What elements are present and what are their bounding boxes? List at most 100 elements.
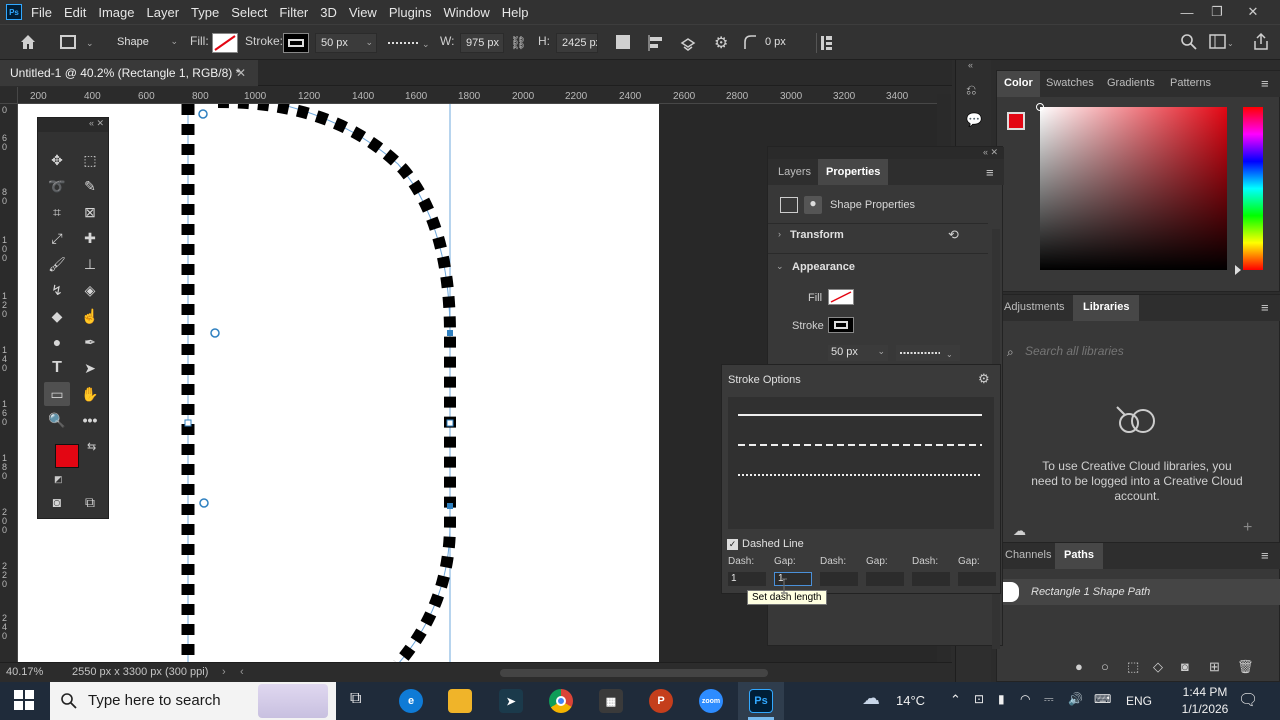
move-tool-icon[interactable]: ✥ — [44, 148, 70, 172]
appearance-stroke-type[interactable]: ⌄ — [896, 345, 960, 361]
load-selection-icon[interactable]: ⬚ — [1127, 659, 1139, 675]
clone-stamp-tool-icon[interactable]: ⊥ — [77, 252, 103, 276]
clock-time[interactable]: 1:44 PM — [1172, 685, 1238, 699]
path-selection-tool-icon[interactable]: ➤ — [77, 356, 103, 380]
store-icon[interactable]: ▦ — [599, 689, 623, 713]
dash-input-3[interactable] — [912, 572, 950, 586]
menu-image[interactable]: Image — [98, 5, 134, 20]
dash-input-1[interactable]: 1 — [728, 572, 766, 586]
hue-slider-handle[interactable] — [1235, 265, 1241, 275]
add-library-icon[interactable]: + — [1243, 519, 1252, 537]
comments-panel-icon[interactable]: 💬 — [966, 112, 982, 128]
foreground-color-swatch[interactable] — [55, 444, 79, 468]
link-icon[interactable]: ⛓ — [510, 35, 527, 51]
ruler-horizontal[interactable]: 200 400 600 800 1000 1200 1400 1600 1800… — [18, 87, 950, 104]
shape-mode-select[interactable]: Shape ⌄ — [112, 33, 180, 53]
panel-menu-icon[interactable]: ≡ — [986, 165, 994, 180]
history-brush-tool-icon[interactable]: ↯ — [44, 278, 70, 302]
powerpoint-icon[interactable]: P — [649, 689, 673, 713]
language-indicator[interactable]: ENG — [1126, 694, 1152, 708]
menu-window[interactable]: Window — [443, 5, 489, 20]
cloud-sync-icon[interactable]: ☁ — [1013, 523, 1026, 539]
reset-transform-icon[interactable]: ⟲ — [948, 227, 959, 243]
menu-plugins[interactable]: Plugins — [389, 5, 432, 20]
taskbar-search[interactable]: Type here to search — [50, 682, 336, 720]
transform-section[interactable]: Transform — [790, 229, 844, 241]
menu-view[interactable]: View — [349, 5, 377, 20]
keyboard-icon[interactable]: ⌨ — [1094, 692, 1111, 706]
chrome-icon[interactable] — [549, 689, 573, 713]
gap-input-3[interactable] — [958, 572, 996, 586]
task-view-icon[interactable]: ⧉ — [350, 690, 361, 708]
menu-type[interactable]: Type — [191, 5, 219, 20]
lasso-tool-icon[interactable]: ➰ — [44, 174, 70, 198]
network-icon[interactable]: ⎓ — [1044, 692, 1054, 707]
frame-tool-icon[interactable]: ⊠ — [77, 200, 103, 224]
weather-icon[interactable]: ☁ — [862, 688, 880, 709]
path-alignment-icon[interactable] — [648, 34, 666, 55]
document-canvas[interactable] — [18, 104, 659, 662]
menu-layer[interactable]: Layer — [147, 5, 180, 20]
status-arrow-icon[interactable]: › — [222, 666, 226, 678]
menu-help[interactable]: Help — [502, 5, 529, 20]
menu-file[interactable]: File — [31, 5, 52, 20]
gap-input-2[interactable] — [866, 572, 904, 586]
menu-3d[interactable]: 3D — [320, 5, 337, 20]
paint-bucket-tool-icon[interactable]: ◆ — [44, 304, 70, 328]
history-panel-icon[interactable]: ⎌ — [966, 82, 976, 98]
file-explorer-icon[interactable] — [448, 689, 472, 713]
share-icon[interactable] — [1252, 32, 1270, 55]
tray-chevron-icon[interactable]: ⌃ — [950, 692, 961, 708]
ruler-vertical[interactable]: 0 6 0 8 0 1 0 0 1 2 0 1 4 0 1 6 0 1 8 0 … — [0, 104, 18, 662]
close-window-icon[interactable]: ✕ — [1236, 0, 1270, 24]
fill-swatch[interactable] — [212, 33, 238, 53]
windows-start-icon[interactable] — [14, 690, 34, 713]
tab-layers[interactable]: Layers — [778, 166, 811, 178]
delete-path-icon[interactable]: 🗑 — [1237, 659, 1254, 675]
hand-tool-icon[interactable]: ✋ — [77, 382, 103, 406]
pen-tool-icon[interactable]: ✒ — [77, 330, 103, 354]
quick-selection-tool-icon[interactable]: ✎ — [77, 174, 103, 198]
rectangle-tool-icon[interactable]: ▭ — [44, 382, 70, 406]
dashed-line-checkbox[interactable]: ✓ — [727, 539, 738, 550]
screen-mode-icon[interactable]: ⧉ — [77, 490, 103, 514]
stroke-type-dashed[interactable] — [728, 433, 988, 457]
photoshop-logo[interactable]: Ps — [6, 4, 22, 20]
marquee-tool-icon[interactable]: ⬚ — [77, 148, 103, 172]
healing-brush-tool-icon[interactable]: ✚ — [77, 226, 103, 250]
fill-path-icon[interactable]: ● — [1075, 659, 1083, 674]
new-path-icon[interactable]: ⊞ — [1209, 659, 1220, 675]
dash-input-2[interactable] — [820, 572, 858, 586]
appearance-stroke-width[interactable]: 50 px ⌄ — [828, 345, 888, 361]
transform-chevron-icon[interactable]: › — [778, 229, 781, 239]
zoom-level[interactable]: 40.17% — [6, 666, 43, 678]
appearance-chevron-icon[interactable]: ⌄ — [776, 261, 784, 272]
eraser-tool-icon[interactable]: ◈ — [77, 278, 103, 302]
tab-patterns[interactable]: Patterns — [1170, 77, 1211, 89]
tab-paths[interactable]: Paths — [1055, 543, 1103, 569]
ruler-origin[interactable] — [0, 87, 18, 104]
document-tab[interactable]: Untitled-1 @ 40.2% (Rectangle 1, RGB/8) … — [0, 60, 258, 86]
library-search-input[interactable] — [1025, 341, 1265, 361]
scroll-left-icon[interactable]: ‹ — [240, 666, 244, 678]
restore-icon[interactable]: ❐ — [1200, 0, 1234, 24]
rectangle-tool-preset-icon[interactable] — [60, 35, 76, 49]
crop-tool-icon[interactable]: ⌗ — [44, 200, 70, 224]
horizontal-scrollbar-thumb[interactable] — [500, 669, 768, 677]
add-mask-icon[interactable]: ◙ — [1181, 659, 1189, 674]
panel-foreground-swatch[interactable] — [1007, 112, 1025, 130]
zoom-app-icon[interactable]: zoom — [699, 689, 723, 713]
path-operations-icon[interactable] — [616, 35, 630, 49]
gear-icon[interactable]: ⚙ — [714, 33, 728, 53]
stroke-path-icon[interactable]: ○ — [1101, 659, 1109, 674]
rounded-rectangle-shape[interactable] — [18, 104, 659, 662]
hue-slider[interactable] — [1243, 107, 1263, 270]
type-tool-icon[interactable]: T — [44, 356, 70, 380]
panel-toggle-icon[interactable] — [816, 33, 834, 53]
appearance-section[interactable]: Appearance — [792, 261, 855, 273]
tools-panel-header[interactable]: « ✕ — [38, 118, 108, 132]
collapse-strip-chevron-icon[interactable]: « — [968, 60, 973, 70]
make-work-path-icon[interactable]: ◇ — [1153, 659, 1163, 675]
photoshop-taskbar-active[interactable]: Ps — [738, 682, 784, 720]
swap-colors-icon[interactable]: ⇆ — [87, 440, 96, 453]
